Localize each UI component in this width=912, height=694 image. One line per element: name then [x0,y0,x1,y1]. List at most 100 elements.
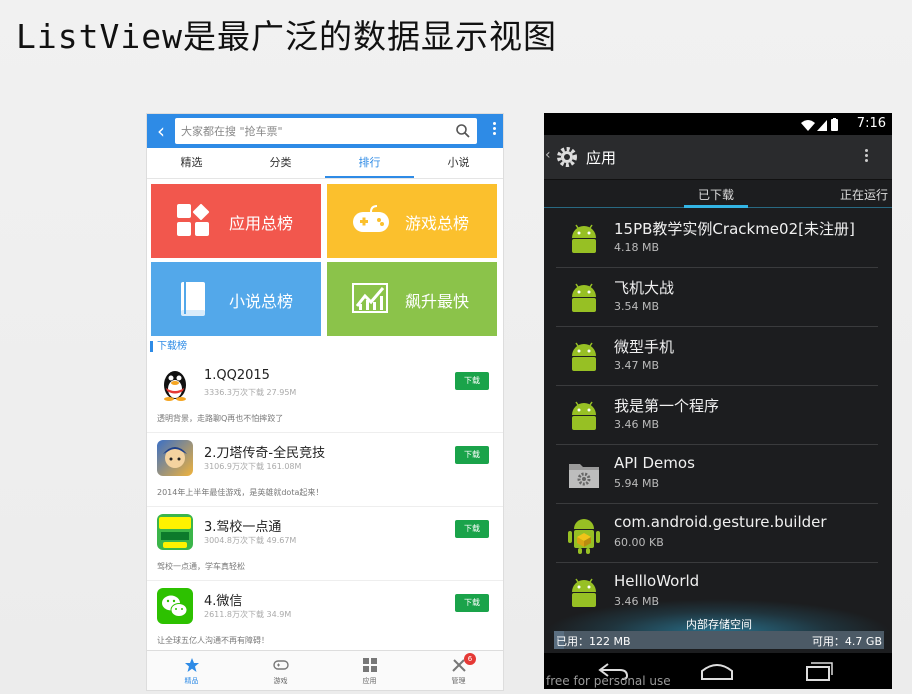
tab-running[interactable]: 正在运行 [840,186,888,203]
nav-featured[interactable]: 精品 [147,651,236,690]
app-name: HellloWorld [614,572,700,590]
list-item[interactable]: 3.驾校一点通 3004.8万次下载 49.67M 下载 驾校一点通，学车真轻松 [147,506,503,581]
list-item[interactable]: 我是第一个程序 3.46 MB [556,385,878,445]
app-name: 微型手机 [614,338,675,356]
tile-rising-chart[interactable]: 飙升最快 [327,262,497,336]
tab-categories[interactable]: 分类 [236,148,325,178]
app-size: 3.54 MB [614,300,660,313]
gamepad-icon [273,657,289,677]
trend-chart-icon [351,280,389,320]
bottom-navigation: 精品 游戏 应用 6 管理 [147,650,503,690]
section-header: 下载榜 [150,341,187,352]
tile-app-chart[interactable]: 应用总榜 [151,184,321,258]
android-icon [566,220,602,260]
apps-grid-icon [175,202,211,242]
nav-manage[interactable]: 6 管理 [414,651,503,690]
download-button[interactable]: 下载 [455,594,489,612]
search-input[interactable]: 大家都在搜 "抢车票" [175,118,477,144]
app-meta: 3336.3万次下载 27.95M [204,388,297,397]
storage-summary: 内部存储空间 已用：122 MB 可用：4.7 GB [554,613,884,653]
app-size: 4.18 MB [614,241,660,254]
dota-legend-icon [157,440,193,476]
app-description: 驾校一点通，学车真轻松 [157,562,245,571]
tab-novels[interactable]: 小说 [414,148,503,178]
nav-apps[interactable]: 应用 [325,651,414,690]
list-item[interactable]: 15PB教学实例Crackme02[未注册] 4.18 MB [556,208,878,268]
search-bar: ‹ 大家都在搜 "抢车票" [147,114,503,148]
download-button[interactable]: 下载 [455,372,489,390]
list-item[interactable]: 4.微信 2611.8万次下载 34.9M 下载 让全球五亿人沟通不再有障碍！ [147,580,503,655]
tile-label: 飙升最快 [405,292,470,311]
tile-game-chart[interactable]: 游戏总榜 [327,184,497,258]
screen-title: 应用 [586,149,617,167]
action-bar: ‹ 应用 [544,135,892,180]
search-placeholder: 大家都在搜 "抢车票" [181,125,283,138]
app-meta: 3004.8万次下载 49.67M [204,536,297,545]
android-package-icon [566,515,602,559]
app-name: com.android.gesture.builder [614,513,827,531]
grid-icon [362,657,378,677]
tile-novel-chart[interactable]: 小说总榜 [151,262,321,336]
nav-label: 应用 [362,677,377,685]
tab-downloaded[interactable]: 已下载 [698,186,734,203]
app-name: 飞机大战 [614,279,675,297]
list-item[interactable]: com.android.gesture.builder 60.00 KB [556,503,878,563]
app-name: 1.QQ2015 [204,368,270,383]
list-item[interactable]: API Demos 5.94 MB [556,444,878,504]
nav-games[interactable]: 游戏 [236,651,325,690]
overflow-menu-icon[interactable] [865,147,868,164]
home-icon[interactable] [700,661,734,685]
market-app-screen: ‹ 大家都在搜 "抢车票" 精选 分类 排行 小说 应用总榜 游戏总榜 小说总榜 [146,113,504,691]
app-name: 3.驾校一点通 [204,520,282,535]
app-description: 让全球五亿人沟通不再有障碍！ [157,636,269,645]
recent-apps-icon[interactable] [804,661,834,685]
app-description: 2014年上半年最佳游戏，是英雄就dota起来！ [157,488,324,497]
up-caret-icon[interactable]: ‹ [545,147,551,163]
app-name: 我是第一个程序 [614,397,720,415]
list-item[interactable]: 2.刀塔传奇-全民竞技 3106.9万次下载 161.08M 下载 2014年上… [147,432,503,507]
download-button[interactable]: 下载 [455,520,489,538]
driving-school-icon [157,514,193,550]
app-size: 3.47 MB [614,359,660,372]
clock: 7:16 [856,116,886,131]
app-size: 60.00 KB [614,536,664,549]
tile-label: 小说总榜 [229,292,294,311]
list-item[interactable]: 飞机大战 3.54 MB [556,267,878,327]
star-icon [184,657,200,677]
back-icon[interactable]: ‹ [151,120,171,142]
storage-bar: 已用：122 MB 可用：4.7 GB [554,631,884,649]
storage-free: 可用：4.7 GB [811,635,882,648]
tab-featured[interactable]: 精选 [147,148,236,178]
storage-used: 已用：122 MB [556,635,631,648]
app-name: 15PB教学实例Crackme02[未注册] [614,220,855,238]
android-icon [566,397,602,437]
app-meta: 2611.8万次下载 34.9M [204,610,292,619]
app-size: 3.46 MB [614,418,660,431]
qq-penguin-icon [157,366,193,402]
app-name: API Demos [614,454,695,472]
tab-rankings[interactable]: 排行 [325,148,414,178]
nav-label: 游戏 [273,677,288,685]
app-name: 2.刀塔传奇-全民竞技 [204,446,326,461]
list-item[interactable]: 1.QQ2015 3336.3万次下载 27.95M 下载 透明背景，走路聊Q再… [147,358,503,433]
book-icon [175,280,211,324]
storage-title: 内部存储空间 [686,618,752,631]
tile-label: 应用总榜 [229,214,294,233]
download-button[interactable]: 下载 [455,446,489,464]
folder-gear-icon [566,456,602,496]
app-description: 透明背景，走路聊Q再也不怕摔跤了 [157,414,284,423]
app-manager-screen: 7:16 ‹ 应用 已下载 正在运行 15PB教学实例Crackme02[未注册… [544,113,892,689]
overflow-menu-icon[interactable] [491,120,497,137]
app-tabs: 已下载 正在运行 [544,180,892,208]
status-icons [800,117,840,136]
app-meta: 3106.9万次下载 161.08M [204,462,302,471]
android-icon [566,338,602,378]
nav-label: 精品 [184,677,199,685]
nav-label: 管理 [451,677,466,685]
app-name: 4.微信 [204,594,243,609]
search-icon[interactable] [455,123,471,143]
settings-gear-icon[interactable] [554,144,580,174]
notification-badge: 6 [464,653,476,665]
list-item[interactable]: 微型手机 3.47 MB [556,326,878,386]
slide-title: ListView是最广泛的数据显示视图 [16,17,557,56]
